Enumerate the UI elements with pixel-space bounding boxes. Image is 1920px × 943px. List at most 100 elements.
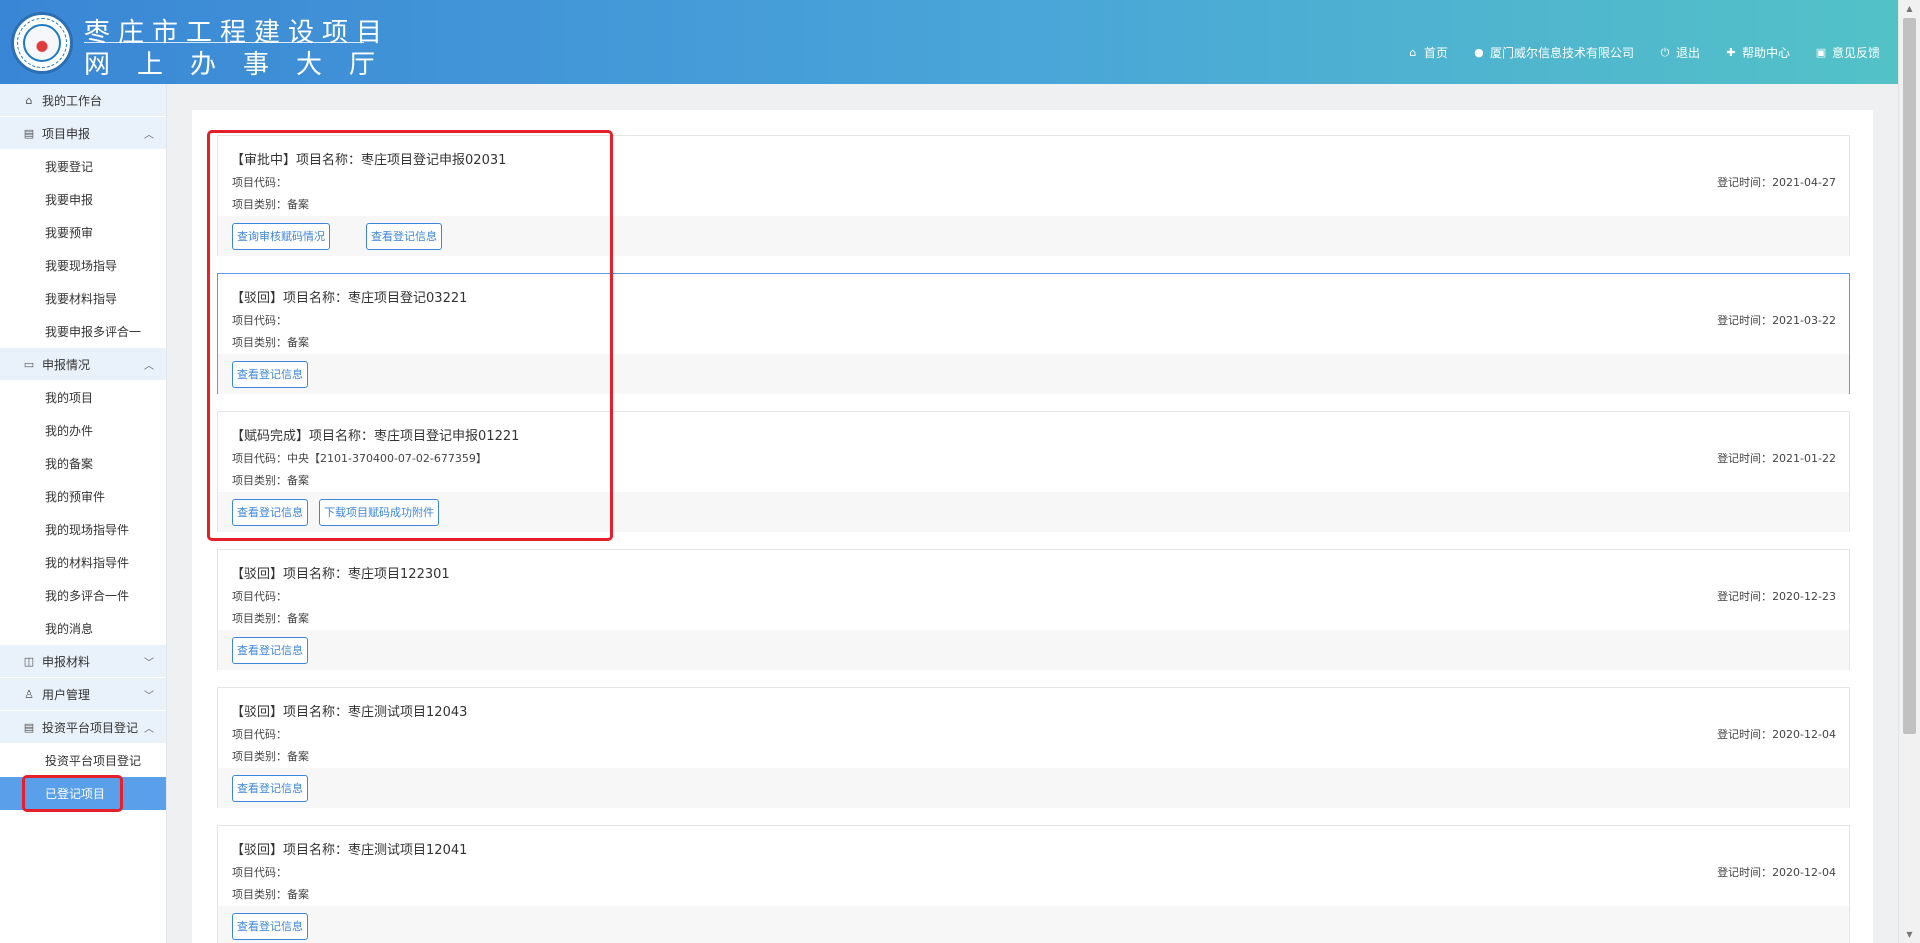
project-title-line: 【赋码完成】项目名称：枣庄项目登记申报01221 — [231, 425, 519, 444]
project-status: 【赋码完成】 — [231, 429, 310, 444]
project-code-label: 项目代码： — [232, 728, 287, 741]
time-value: 2021-01-22 — [1772, 452, 1836, 465]
user-icon: ● — [1474, 46, 1484, 59]
view-register-info-button[interactable]: 查看登记信息 — [232, 637, 308, 664]
sidebar-item-apply[interactable]: 我要申报 — [0, 183, 166, 216]
project-name-label: 项目名称： — [283, 567, 349, 582]
project-status: 【驳回】 — [231, 291, 284, 306]
sidebar-item-my-material[interactable]: 我的材料指导件 — [0, 546, 166, 579]
home-icon: ⌂ — [25, 93, 33, 107]
site-logo-icon[interactable] — [11, 12, 73, 74]
sidebar-item-registered-projects[interactable]: 已登记项目 — [0, 777, 166, 810]
power-icon: ⏻ — [1660, 45, 1670, 59]
download-code-attachment-button[interactable]: 下载项目赋码成功附件 — [319, 499, 439, 526]
title-divider — [84, 42, 364, 43]
project-code-label: 项目代码： — [232, 866, 287, 879]
project-name: 枣庄项目登记03221 — [348, 291, 468, 306]
project-type-row: 项目类别：备案 — [232, 748, 309, 764]
sidebar-item-multi-review[interactable]: 我要申报多评合一 — [0, 315, 166, 348]
project-register-time: 登记时间：2021-04-27 — [1717, 174, 1836, 190]
scrollbar-thumb[interactable] — [1903, 18, 1916, 734]
nav-logout[interactable]: ⏻ 退出 — [1658, 44, 1700, 61]
project-code-row: 项目代码： — [232, 588, 287, 604]
project-type-row: 项目类别：备案 — [232, 472, 309, 488]
sidebar-item-material-guidance[interactable]: 我要材料指导 — [0, 282, 166, 315]
project-actions: 查看登记信息 — [218, 630, 1849, 670]
sidebar-group-project-apply[interactable]: ▤ 项目申报 ︿ — [0, 117, 166, 150]
sidebar-item-my-onsite[interactable]: 我的现场指导件 — [0, 513, 166, 546]
time-label: 登记时间： — [1717, 866, 1773, 879]
project-card: 【审批中】项目名称：枣庄项目登记申报02031 项目代码： 项目类别：备案 登记… — [217, 135, 1850, 256]
time-label: 登记时间： — [1717, 176, 1773, 189]
sidebar-item-label: 我要材料指导 — [45, 292, 118, 306]
sidebar-item-my-messages[interactable]: 我的消息 — [0, 612, 166, 645]
sidebar-item-my-prereview[interactable]: 我的预审件 — [0, 480, 166, 513]
view-register-info-button[interactable]: 查看登记信息 — [232, 499, 308, 526]
project-type-row: 项目类别：备案 — [232, 334, 309, 350]
site-title-line2: 网上办事大厅 — [84, 50, 403, 80]
project-name: 枣庄测试项目12041 — [348, 843, 468, 858]
nav-help-label: 帮助中心 — [1741, 46, 1790, 60]
project-code-row: 项目代码：中央【2101-370400-07-02-677359】 — [232, 450, 487, 466]
main-content: 【审批中】项目名称：枣庄项目登记申报02031 项目代码： 项目类别：备案 登记… — [192, 110, 1873, 943]
view-register-info-button[interactable]: 查看登记信息 — [232, 913, 308, 940]
header-bar: 枣庄市工程建设项目 网上办事大厅 ⌂ 首页 ● 厦门威尔信息技术有限公司 ⏻ 退… — [0, 0, 1898, 84]
project-name-label: 项目名称： — [309, 429, 375, 444]
chevron-up-icon: ︿ — [144, 129, 154, 141]
sidebar-item-my-projects[interactable]: 我的项目 — [0, 381, 166, 414]
sidebar-item-my-cases[interactable]: 我的办件 — [0, 414, 166, 447]
sidebar-item-label: 项目申报 — [42, 126, 91, 141]
project-code-row: 项目代码： — [232, 726, 287, 742]
chevron-up-icon: ︿ — [144, 360, 154, 372]
project-type-label: 项目类别： — [232, 612, 287, 625]
sidebar-item-my-filings[interactable]: 我的备案 — [0, 447, 166, 480]
nav-user[interactable]: ● 厦门威尔信息技术有限公司 — [1472, 44, 1634, 61]
document-icon: ▤ — [23, 720, 35, 734]
sidebar-item-label: 我的多评合一件 — [45, 589, 130, 603]
sidebar-item-workbench[interactable]: ⌂ 我的工作台 — [0, 84, 166, 117]
sidebar-item-label: 我要登记 — [45, 160, 94, 174]
project-actions: 查看登记信息 — [218, 354, 1849, 394]
sidebar-item-my-multi[interactable]: 我的多评合一件 — [0, 579, 166, 612]
document-icon: ▤ — [23, 126, 35, 140]
project-status: 【驳回】 — [231, 705, 284, 720]
nav-help[interactable]: ✚ 帮助中心 — [1724, 44, 1790, 61]
project-code-label: 项目代码： — [232, 590, 287, 603]
sidebar-item-onsite-guidance[interactable]: 我要现场指导 — [0, 249, 166, 282]
project-name: 枣庄项目登记申报02031 — [361, 153, 507, 168]
feedback-icon: ▣ — [1815, 46, 1827, 59]
scroll-down-arrow-icon[interactable]: ▼ — [1899, 930, 1920, 939]
view-register-info-button[interactable]: 查看登记信息 — [232, 775, 308, 802]
help-icon: ✚ — [1726, 46, 1736, 59]
project-card: 【驳回】项目名称：枣庄测试项目12041 项目代码： 项目类别：备案 登记时间：… — [217, 825, 1850, 943]
chevron-up-icon: ︿ — [144, 723, 154, 735]
sidebar-item-platform-register[interactable]: 投资平台项目登记 — [0, 744, 166, 777]
sidebar-group-materials[interactable]: ◫ 申报材料 ﹀ — [0, 645, 166, 678]
nav-home[interactable]: ⌂ 首页 — [1406, 44, 1448, 61]
time-value: 2021-04-27 — [1772, 176, 1836, 189]
project-type-label: 项目类别： — [232, 336, 287, 349]
project-type: 备案 — [287, 336, 309, 349]
sidebar-item-pre-review[interactable]: 我要预审 — [0, 216, 166, 249]
sidebar-group-user-management[interactable]: ♙ 用户管理 ﹀ — [0, 678, 166, 711]
project-card: 【赋码完成】项目名称：枣庄项目登记申报01221 项目代码：中央【2101-37… — [217, 411, 1850, 532]
sidebar-item-label: 我的消息 — [45, 622, 94, 636]
sidebar-group-apply-status[interactable]: ▭ 申报情况 ︿ — [0, 348, 166, 381]
chevron-down-icon: ﹀ — [144, 690, 154, 702]
project-code-label: 项目代码： — [232, 314, 287, 327]
page-scrollbar[interactable]: ▲ ▼ — [1898, 0, 1920, 943]
view-register-info-button[interactable]: 查看登记信息 — [232, 361, 308, 388]
project-type-label: 项目类别： — [232, 888, 287, 901]
view-register-info-button[interactable]: 查看登记信息 — [366, 223, 442, 250]
sidebar-item-register[interactable]: 我要登记 — [0, 150, 166, 183]
scroll-up-arrow-icon[interactable]: ▲ — [1899, 4, 1920, 13]
project-actions: 查看登记信息 下载项目赋码成功附件 — [218, 492, 1849, 532]
project-title-line: 【驳回】项目名称：枣庄测试项目12041 — [231, 839, 467, 858]
nav-feedback[interactable]: ▣ 意见反馈 — [1814, 44, 1880, 61]
project-register-time: 登记时间：2021-01-22 — [1717, 450, 1836, 466]
material-icon: ◫ — [23, 654, 35, 668]
sidebar-item-label: 我的工作台 — [42, 93, 103, 108]
project-actions: 查询审核赋码情况 查看登记信息 — [218, 216, 1849, 256]
query-review-code-button[interactable]: 查询审核赋码情况 — [232, 223, 330, 250]
sidebar-group-investment-platform[interactable]: ▤ 投资平台项目登记 ︿ — [0, 711, 166, 744]
